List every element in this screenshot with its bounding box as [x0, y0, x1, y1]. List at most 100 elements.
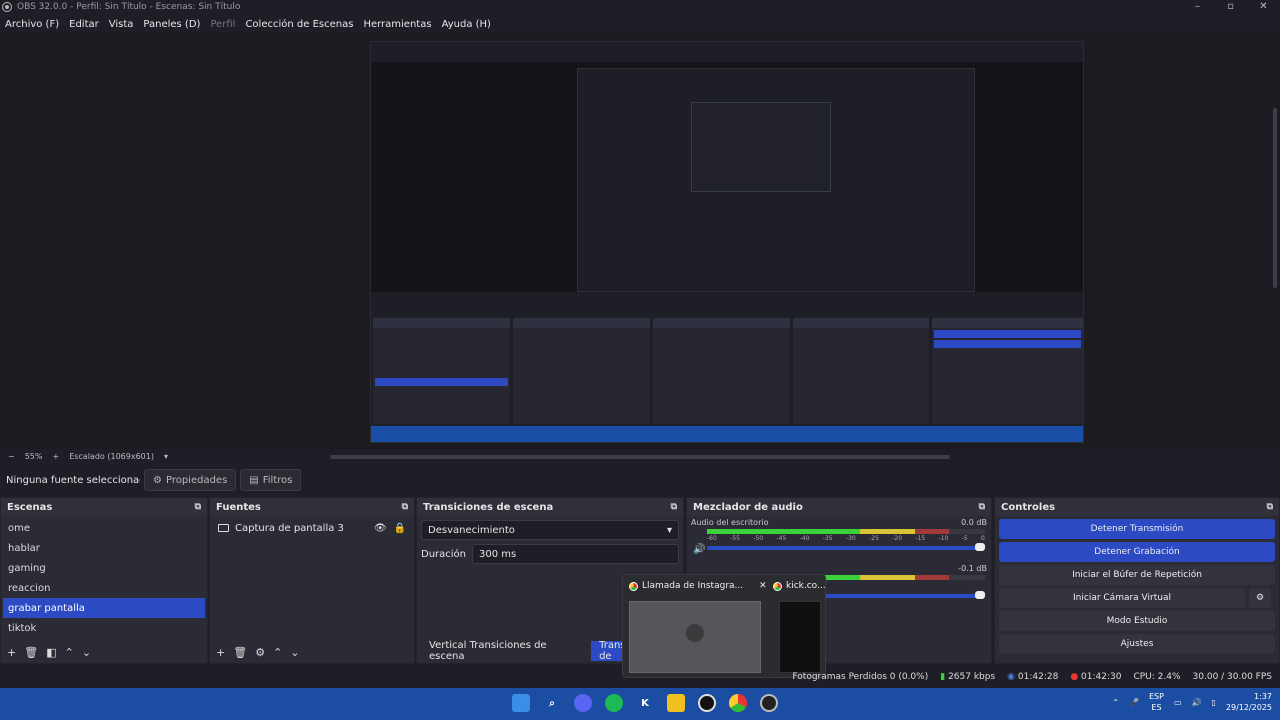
- network-icon[interactable]: ▭: [1174, 698, 1182, 707]
- move-down-icon[interactable]: ⌄: [82, 646, 91, 659]
- duration-input[interactable]: 300 ms: [472, 544, 679, 564]
- scene-item[interactable]: hablar: [3, 538, 205, 558]
- obs-icon[interactable]: [698, 694, 716, 712]
- menu-coleccion[interactable]: Colección de Escenas: [240, 19, 358, 30]
- speaker-icon[interactable]: 🔊: [693, 544, 705, 555]
- menu-ayuda[interactable]: Ayuda (H): [437, 19, 496, 30]
- tab-vertical-transitions[interactable]: Vertical Transiciones de escena: [421, 640, 591, 662]
- record-time-value: 01:42:30: [1081, 672, 1122, 682]
- remove-source-icon[interactable]: 🗑: [233, 646, 247, 659]
- menu-archivo[interactable]: Archivo (F): [0, 19, 64, 30]
- tick-label: -50: [753, 535, 764, 542]
- float-dock-icon[interactable]: ⧉: [195, 502, 201, 512]
- menu-editar[interactable]: Editar: [64, 19, 104, 30]
- zoom-in-button[interactable]: +: [52, 452, 59, 461]
- record-time: ● 01:42:30: [1070, 672, 1121, 682]
- scene-item[interactable]: tiktok: [3, 618, 205, 638]
- scene-filters-icon[interactable]: ◧: [46, 646, 56, 659]
- tick-label: -60: [707, 535, 717, 542]
- preview-window-2[interactable]: kick.co...: [773, 581, 826, 591]
- search-icon[interactable]: ⌕: [543, 694, 561, 712]
- scenes-list: ome hablar gaming reaccion grabar pantal…: [3, 518, 205, 641]
- visibility-eye-icon[interactable]: 👁: [374, 523, 387, 534]
- monitor-icon: [218, 524, 229, 532]
- window-thumbnail-2[interactable]: [779, 601, 821, 673]
- virtual-camera-button[interactable]: Iniciar Cámara Virtual: [999, 588, 1245, 608]
- cpu-usage: CPU: 2.4%: [1133, 672, 1181, 682]
- scale-label: Escalado (1069x601): [69, 452, 154, 461]
- preview-window-1[interactable]: Llamada de Instagra... ✕: [629, 581, 767, 591]
- battery-icon[interactable]: ▯: [1211, 698, 1215, 707]
- no-source-label: Ninguna fuente seleccionac: [6, 474, 140, 486]
- controls-title: Controles: [1001, 501, 1056, 513]
- maximize-button[interactable]: ▫: [1214, 0, 1247, 14]
- window-thumbnail-1[interactable]: [629, 601, 761, 673]
- minimize-button[interactable]: –: [1181, 0, 1214, 14]
- preview-window-2-title: kick.co...: [786, 581, 826, 591]
- chevron-up-icon[interactable]: ⌃: [1112, 698, 1119, 707]
- preview-vertical-scrollbar[interactable]: [1273, 108, 1277, 288]
- replay-buffer-button[interactable]: Iniciar el Búfer de Repetición: [999, 565, 1275, 585]
- preview-horizontal-scrollbar[interactable]: [330, 455, 950, 459]
- lock-icon[interactable]: 🔒: [394, 523, 406, 534]
- scenes-title: Escenas: [7, 501, 53, 513]
- move-up-icon[interactable]: ⌃: [273, 646, 282, 659]
- float-dock-icon[interactable]: ⧉: [979, 502, 985, 512]
- menu-paneles[interactable]: Paneles (D): [138, 19, 205, 30]
- move-down-icon[interactable]: ⌄: [290, 646, 299, 659]
- microphone-icon[interactable]: 🎤: [1129, 698, 1139, 707]
- tick-label: 0: [981, 535, 985, 542]
- mixer-title: Mezclador de audio: [693, 501, 803, 513]
- fps: 30.00 / 30.00 FPS: [1192, 672, 1272, 682]
- source-toolbar: Ninguna fuente seleccionac ⚙ Propiedades …: [0, 466, 1280, 494]
- windows-taskbar: ⌕ K ⌃ 🎤 ESP ES ▭ 🔊 ▯ 1:37 29/12/2025: [0, 688, 1280, 720]
- scene-item[interactable]: reaccion: [3, 578, 205, 598]
- chrome-icon[interactable]: [729, 694, 747, 712]
- tick-label: -35: [822, 535, 833, 542]
- studio-mode-button[interactable]: Modo Estudio: [999, 611, 1275, 631]
- add-scene-icon[interactable]: +: [7, 646, 16, 659]
- file-explorer-icon[interactable]: [667, 694, 685, 712]
- tick-label: -30: [845, 535, 856, 542]
- obs-recording-icon[interactable]: [760, 694, 778, 712]
- virtual-camera-settings-icon[interactable]: ⚙: [1249, 588, 1271, 608]
- move-up-icon[interactable]: ⌃: [65, 646, 74, 659]
- language-indicator[interactable]: ESP ES: [1149, 691, 1164, 713]
- source-settings-icon[interactable]: ⚙: [255, 646, 265, 659]
- scene-item[interactable]: gaming: [3, 558, 205, 578]
- app-k-icon[interactable]: K: [636, 694, 654, 712]
- channel-db: 0.0 dB: [961, 518, 987, 527]
- menu-herramientas[interactable]: Herramientas: [358, 19, 436, 30]
- transition-select[interactable]: Desvanecimiento ▾: [421, 520, 679, 540]
- windows-start-icon[interactable]: [512, 694, 530, 712]
- filters-button[interactable]: ▤ Filtros: [240, 469, 302, 491]
- close-button[interactable]: ✕: [1247, 0, 1280, 14]
- float-dock-icon[interactable]: ⧉: [1267, 502, 1273, 512]
- float-dock-icon[interactable]: ⧉: [402, 502, 408, 512]
- scale-dropdown-icon[interactable]: ▾: [164, 452, 168, 461]
- zoom-out-button[interactable]: −: [8, 452, 15, 461]
- channel2-db: -0.1 dB: [958, 564, 987, 573]
- chrome-icon: [773, 581, 782, 591]
- volume-slider[interactable]: [707, 543, 985, 551]
- discord-icon[interactable]: [574, 694, 592, 712]
- menu-vista[interactable]: Vista: [104, 19, 139, 30]
- spotify-icon[interactable]: [605, 694, 623, 712]
- settings-button[interactable]: Ajustes: [999, 634, 1275, 654]
- source-label: Captura de pantalla 3: [235, 522, 344, 534]
- remove-scene-icon[interactable]: 🗑: [24, 646, 38, 659]
- stop-stream-button[interactable]: Detener Transmisión: [999, 519, 1275, 539]
- scene-item[interactable]: ome: [3, 518, 205, 538]
- scene-item-selected[interactable]: grabar pantalla: [3, 598, 205, 618]
- float-dock-icon[interactable]: ⧉: [671, 502, 677, 512]
- stop-record-button[interactable]: Detener Grabación: [999, 542, 1275, 562]
- clock[interactable]: 1:37 29/12/2025: [1226, 691, 1272, 713]
- properties-button[interactable]: ⚙ Propiedades: [144, 469, 237, 491]
- volume-icon[interactable]: 🔊: [1192, 698, 1202, 707]
- close-icon[interactable]: ✕: [759, 581, 767, 591]
- menu-perfil[interactable]: Perfil: [205, 19, 240, 30]
- sources-list: Captura de pantalla 3 👁 🔒: [212, 518, 412, 641]
- add-source-icon[interactable]: +: [216, 646, 225, 659]
- source-item[interactable]: Captura de pantalla 3 👁 🔒: [212, 518, 412, 538]
- obs-window: OBS 32.0.0 - Perfil: Sin Título - Escena…: [0, 0, 1280, 720]
